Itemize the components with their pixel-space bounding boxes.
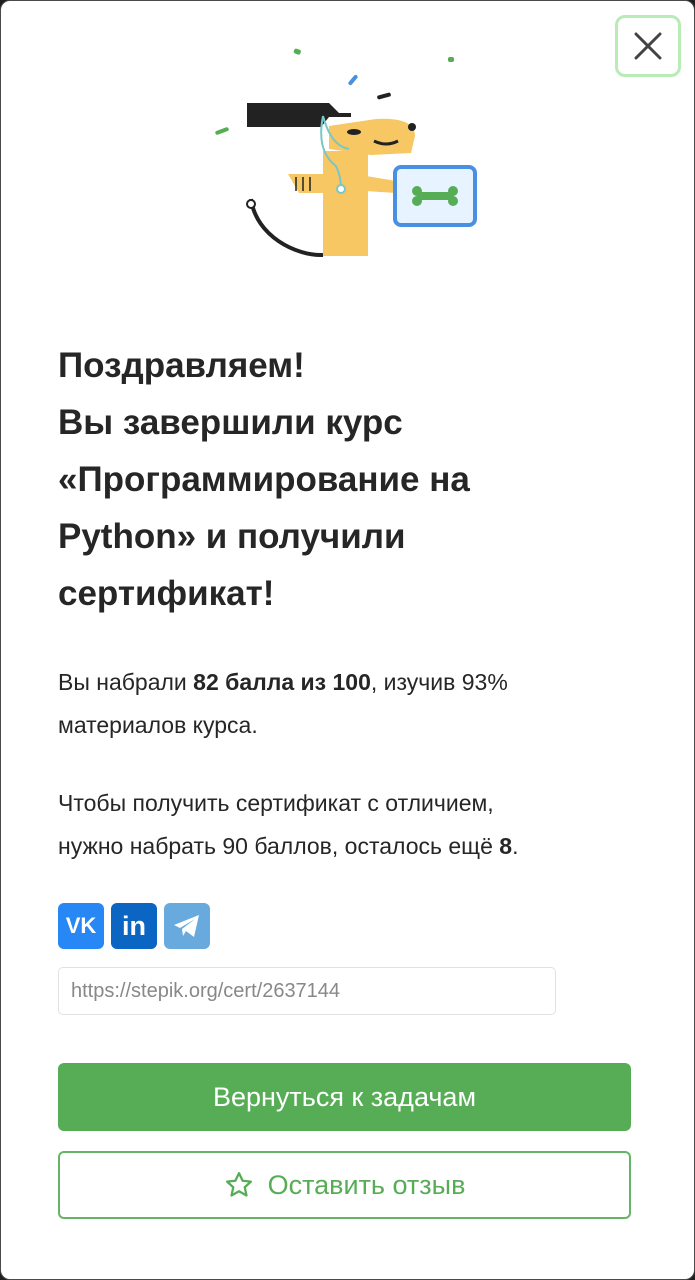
title-line: сертификат! [58,574,275,613]
leave-review-button[interactable]: Оставить отзыв [58,1151,631,1219]
title-line: «Программирование на [58,460,470,499]
distinction-prefix: нужно набрать 90 баллов, осталось ещё [58,833,500,859]
dog-mascot-illustration [215,48,477,258]
distinction-line1: Чтобы получить сертификат с отличием, [58,790,494,816]
distinction-suffix: . [512,833,519,859]
linkedin-share-button[interactable]: in [111,903,157,949]
certificate-url: https://stepik.org/cert/2637144 [71,979,341,1002]
title-line: Вы завершили курс [58,403,403,442]
title-line: Поздравляем! [58,346,305,385]
score-line2: материалов курса. [58,712,258,738]
title-line: Python» и получили [58,517,406,556]
close-icon [634,32,662,60]
score-prefix: Вы набрали [58,669,194,695]
star-icon [225,1172,252,1197]
score-suffix: , изучив 93% [370,669,508,695]
vk-share-button[interactable]: VK [58,903,104,949]
certificate-link-field[interactable]: https://stepik.org/cert/2637144 [58,967,556,1015]
share-buttons: VK in [58,903,210,949]
vk-icon: VK [65,913,97,938]
score-value: 82 балла из 100 [193,669,371,695]
certificate-modal: Поздравляем! Вы завершили курс «Программ… [0,0,695,1280]
linkedin-icon: in [122,910,146,941]
back-to-tasks-button[interactable]: Вернуться к задачам [58,1063,631,1131]
close-button[interactable] [615,15,681,77]
leave-review-label: Оставить отзыв [267,1169,466,1200]
points-remaining: 8 [499,833,513,859]
score-summary: Вы набрали 82 балла из 100, изучив 93% м… [58,661,658,747]
back-to-tasks-label: Вернуться к задачам [212,1081,477,1112]
telegram-icon [174,915,199,937]
telegram-share-button[interactable] [164,903,210,949]
congratulations-title: Поздравляем! Вы завершили курс «Программ… [58,337,618,622]
distinction-info: Чтобы получить сертификат с отличием, ну… [58,782,658,868]
